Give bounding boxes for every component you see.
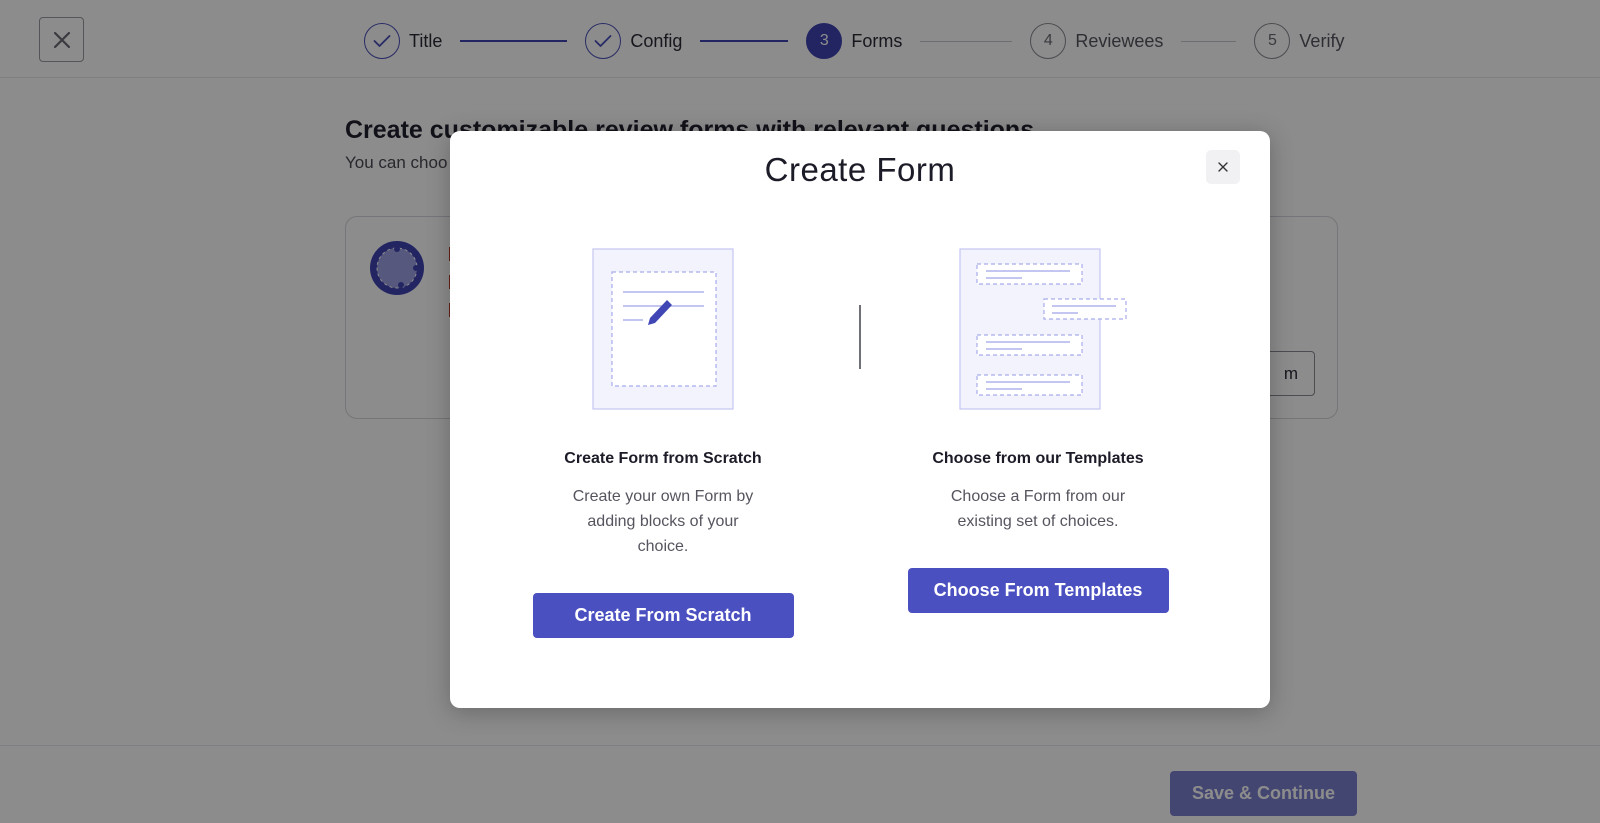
- modal-close-button[interactable]: [1206, 150, 1240, 184]
- templates-illustration: [878, 248, 1198, 418]
- modal-title: Create Form: [764, 151, 956, 188]
- create-form-modal: Create Form Create Form from Scratch Cre…: [450, 131, 1270, 708]
- option-scratch: Create Form from Scratch Create your own…: [503, 248, 823, 638]
- option-description: Choose a Form from our existing set of c…: [950, 488, 1126, 530]
- option-templates: Choose from our Templates Choose a Form …: [878, 248, 1198, 613]
- option-title: Choose from our Templates: [932, 450, 1144, 467]
- scratch-illustration: [503, 248, 823, 418]
- options-divider: [859, 305, 861, 369]
- choose-from-templates-button[interactable]: Choose From Templates: [907, 568, 1169, 613]
- template-forms-icon: [959, 248, 1127, 410]
- blank-form-pencil-icon: [592, 248, 734, 410]
- create-from-scratch-button[interactable]: Create From Scratch: [532, 593, 794, 638]
- option-title: Create Form from Scratch: [564, 450, 762, 467]
- close-icon: [1218, 162, 1228, 172]
- option-description: Create your own Form by adding blocks of…: [572, 488, 754, 555]
